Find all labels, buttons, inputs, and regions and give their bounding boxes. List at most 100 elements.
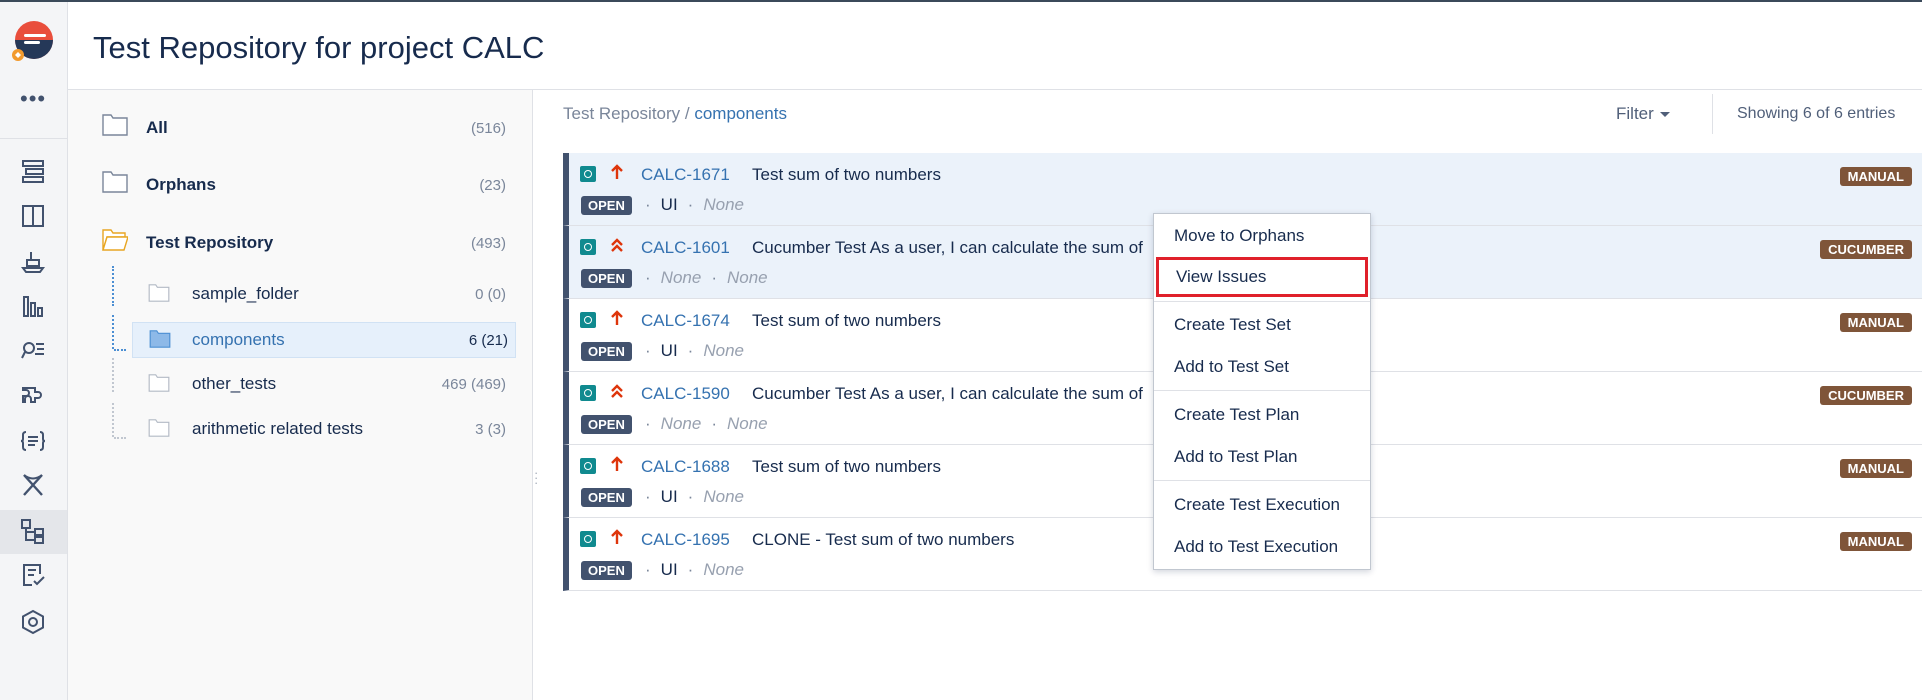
test-type-icon	[580, 239, 596, 255]
breadcrumb-current[interactable]: components	[694, 104, 787, 123]
test-type-badge: CUCUMBER	[1820, 240, 1912, 259]
component-value: UI	[660, 487, 678, 506]
issue-key-link[interactable]: CALC-1590	[641, 384, 730, 404]
component-value: None	[660, 414, 702, 433]
issue-key-link[interactable]: CALC-1674	[641, 311, 730, 331]
issue-meta: · UI · None	[645, 487, 744, 506]
issue-meta: · None · None	[645, 268, 768, 287]
menu-item-create-test-execution[interactable]: Create Test Execution	[1154, 486, 1370, 524]
label-value: None	[703, 560, 744, 579]
test-type-badge: CUCUMBER	[1820, 386, 1912, 405]
tree-item-count: 0 (0)	[475, 286, 506, 303]
test-repository-icon[interactable]	[18, 516, 48, 546]
issue-summary: CLONE - Test sum of two numbers	[752, 530, 1015, 549]
priority-highest-icon	[611, 238, 623, 252]
backlog-icon[interactable]	[18, 156, 48, 186]
reports-icon[interactable]	[18, 291, 48, 321]
status-badge: OPEN	[581, 269, 632, 288]
label-value: None	[703, 195, 744, 214]
folder-icon	[148, 374, 170, 392]
tree-item-orphans[interactable]: Orphans (23)	[68, 167, 532, 203]
more-icon[interactable]: •••	[20, 88, 46, 110]
header-separator	[1712, 94, 1713, 134]
folder-open-icon	[102, 229, 128, 251]
tree-item-sample-folder[interactable]: sample_folder 0 (0)	[68, 276, 532, 312]
test-type-badge: MANUAL	[1839, 459, 1912, 478]
releases-icon[interactable]	[18, 246, 48, 276]
tree-item-other-tests[interactable]: other_tests 469 (469)	[68, 366, 532, 402]
issue-summary: Test sum of two numbers	[752, 165, 941, 184]
entries-count: Showing 6 of 6 entries	[1737, 105, 1896, 122]
issue-summary: Cucumber Test As a user, I can calculate…	[752, 238, 1143, 257]
issue-key-link[interactable]: CALC-1695	[641, 530, 730, 550]
priority-highest-icon	[611, 384, 623, 398]
folder-tree: All (516) Orphans (23) Test Repository (…	[68, 90, 533, 700]
tree-item-test-repository[interactable]: Test Repository (493)	[68, 225, 532, 261]
menu-item-add-to-test-execution[interactable]: Add to Test Execution	[1154, 528, 1370, 566]
label-value: None	[703, 487, 744, 506]
filter-button[interactable]: Filter	[1616, 104, 1670, 124]
board-icon[interactable]	[18, 201, 48, 231]
issue-summary: Test sum of two numbers	[752, 457, 941, 476]
test-plans-icon[interactable]	[18, 560, 48, 590]
folder-icon	[102, 171, 128, 193]
chevron-down-icon	[1659, 112, 1670, 118]
issue-summary: Test sum of two numbers	[752, 311, 941, 330]
tree-item-label: Orphans	[146, 175, 216, 194]
test-type-badge: MANUAL	[1839, 167, 1912, 186]
tree-item-label: Test Repository	[146, 233, 274, 252]
tree-item-all[interactable]: All (516)	[68, 110, 532, 146]
app-logo-icon[interactable]	[10, 20, 54, 64]
status-badge: OPEN	[581, 488, 632, 507]
test-type-badge: MANUAL	[1839, 532, 1912, 551]
label-value: None	[726, 414, 768, 433]
component-value: None	[660, 268, 702, 287]
tree-item-count: 469 (469)	[441, 376, 506, 393]
menu-divider	[1154, 480, 1370, 481]
menu-item-add-to-test-plan[interactable]: Add to Test Plan	[1154, 438, 1370, 476]
issue-meta: · UI · None	[645, 341, 744, 360]
menu-divider	[1154, 390, 1370, 391]
folder-icon	[149, 330, 171, 348]
page-title: Test Repository for project CALC	[93, 30, 545, 65]
folder-icon	[148, 284, 170, 302]
issue-key-link[interactable]: CALC-1671	[641, 165, 730, 185]
tree-item-arithmetic-related-tests[interactable]: arithmetic related tests 3 (3)	[68, 411, 532, 447]
test-sets-icon[interactable]	[18, 426, 48, 456]
test-runs-icon[interactable]	[18, 470, 48, 500]
tree-item-label: arithmetic related tests	[192, 419, 364, 438]
test-type-icon	[580, 166, 596, 182]
rail-divider	[0, 138, 67, 139]
status-badge: OPEN	[581, 415, 632, 434]
tree-item-label: other_tests	[192, 374, 277, 393]
issues-search-icon[interactable]	[18, 336, 48, 366]
breadcrumb-separator: /	[680, 104, 695, 123]
folder-icon	[148, 419, 170, 437]
issue-key-link[interactable]: CALC-1688	[641, 457, 730, 477]
test-type-badge: MANUAL	[1839, 313, 1912, 332]
test-type-icon	[580, 385, 596, 401]
menu-item-move-to-orphans[interactable]: Move to Orphans	[1154, 217, 1370, 255]
component-value: UI	[660, 560, 678, 579]
issue-meta: · UI · None	[645, 560, 744, 579]
panel-resize-handle[interactable]: · · ·	[534, 466, 538, 489]
menu-item-view-issues[interactable]: View Issues	[1156, 257, 1368, 297]
context-menu: Move to Orphans View Issues Create Test …	[1153, 213, 1371, 570]
menu-item-add-to-test-set[interactable]: Add to Test Set	[1154, 348, 1370, 386]
status-badge: OPEN	[581, 342, 632, 361]
breadcrumb-root[interactable]: Test Repository	[563, 104, 680, 123]
menu-item-create-test-plan[interactable]: Create Test Plan	[1154, 396, 1370, 434]
tree-connector	[114, 349, 126, 351]
tree-item-components[interactable]: components 6 (21)	[132, 322, 516, 358]
label-value: None	[703, 341, 744, 360]
tree-item-count: 6 (21)	[468, 332, 508, 349]
settings-icon[interactable]	[18, 607, 48, 637]
components-icon[interactable]	[18, 382, 48, 412]
menu-item-create-test-set[interactable]: Create Test Set	[1154, 306, 1370, 344]
issue-meta: · None · None	[645, 414, 768, 433]
tree-item-label: sample_folder	[192, 284, 299, 303]
issue-key-link[interactable]: CALC-1601	[641, 238, 730, 258]
tree-item-count: 3 (3)	[475, 421, 506, 438]
priority-high-icon	[611, 310, 623, 325]
folder-icon	[102, 114, 128, 136]
